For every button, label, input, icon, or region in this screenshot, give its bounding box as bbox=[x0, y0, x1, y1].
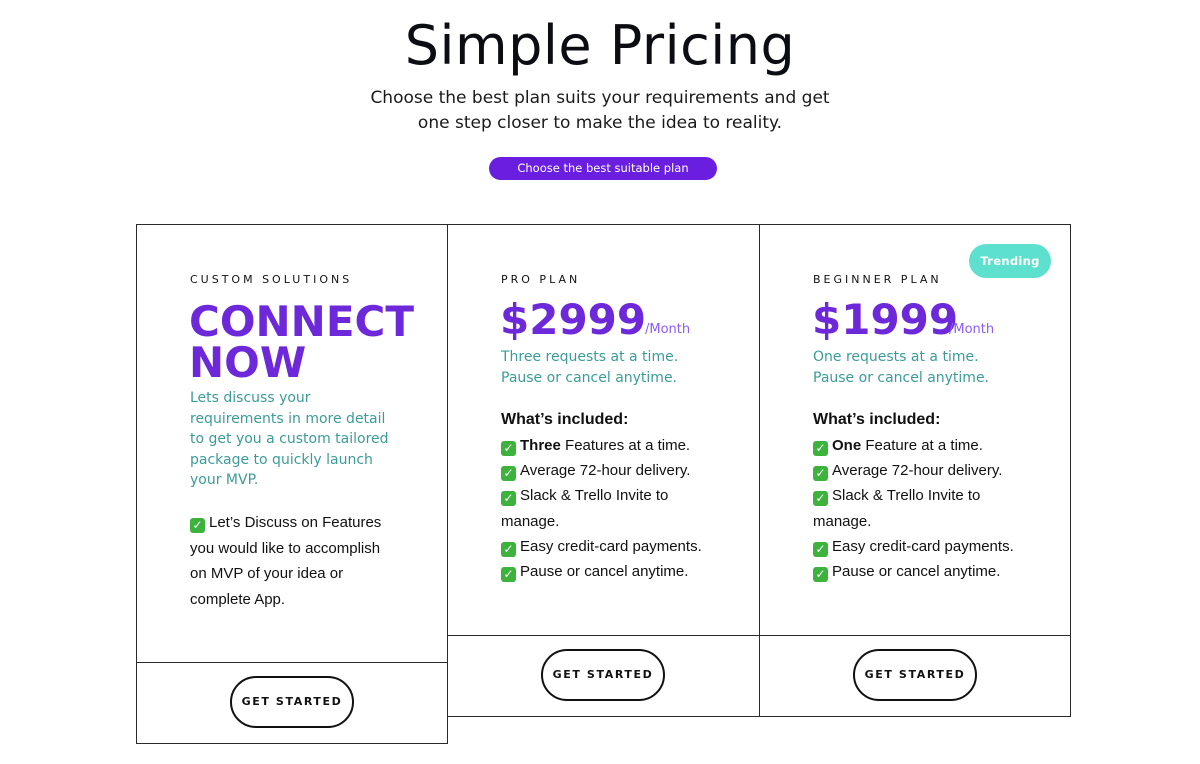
feature-text: manage. bbox=[501, 512, 560, 530]
check-mark-icon: ✓ bbox=[813, 441, 828, 456]
custom-feature-text: ✓ Let’s Discuss on Features you would like… bbox=[190, 510, 381, 612]
heading-line: NOW bbox=[189, 338, 307, 387]
plan-label: PRO PLAN bbox=[501, 273, 581, 286]
feature-text: Average 72-hour delivery. bbox=[520, 462, 691, 480]
feature-line: ✓ Let’s Discuss on Features bbox=[190, 510, 381, 536]
get-started-button[interactable]: GET STARTED bbox=[541, 649, 665, 701]
feature-item: ✓ Average 72-hour delivery. bbox=[813, 458, 1014, 483]
check-mark-icon: ✓ bbox=[813, 567, 828, 583]
trending-badge: Trending bbox=[969, 244, 1051, 278]
feature-text: Pause or cancel anytime. bbox=[832, 563, 1001, 581]
check-mark-icon: ✓ bbox=[501, 541, 516, 557]
feature-item: ✓ Easy credit-card payments. bbox=[813, 534, 1014, 559]
feature-item: manage. bbox=[813, 509, 1014, 534]
get-started-button[interactable]: GET STARTED bbox=[853, 649, 977, 701]
feature-text: complete App. bbox=[190, 590, 286, 608]
feature-text: on MVP of your idea or bbox=[190, 565, 344, 582]
feature-line: complete App. bbox=[190, 587, 381, 613]
feature-item: ✓ Pause or cancel anytime. bbox=[501, 559, 702, 584]
custom-description: Lets discuss your requirements in more de… bbox=[190, 388, 389, 491]
note-line: Pause or cancel anytime. bbox=[813, 369, 990, 386]
plan-label: CUSTOM SOLUTIONS bbox=[190, 273, 353, 286]
feature-list: ✓ Three Features at a time. ✓ Average 72-ho… bbox=[501, 433, 702, 584]
check-mark-icon: ✓ bbox=[501, 567, 516, 583]
card-footer: GET STARTED bbox=[448, 635, 759, 716]
description-line: requirements in more detail bbox=[190, 410, 386, 427]
feature-text: you would like to accomplish bbox=[190, 539, 381, 557]
feature-emphasis: One bbox=[832, 437, 862, 454]
whats-included-heading: What’s included: bbox=[501, 411, 629, 428]
check-mark-icon: ✓ bbox=[501, 466, 516, 482]
pro-plan-card: PRO PLAN $2999 /Month Three requests at … bbox=[447, 224, 760, 717]
feature-text: Easy credit-card payments. bbox=[832, 537, 1014, 555]
page-title: Simple Pricing bbox=[404, 14, 796, 77]
subtitle-line: one step closer to make the idea to real… bbox=[417, 113, 783, 133]
choose-plan-button[interactable]: Choose the best suitable plan bbox=[489, 157, 717, 180]
subtitle-line: Choose the best plan suits your requirem… bbox=[370, 88, 830, 108]
feature-line: on MVP of your idea or bbox=[190, 561, 381, 587]
feature-line: you would like to accomplish bbox=[190, 536, 381, 562]
check-mark-icon: ✓ bbox=[813, 466, 828, 482]
feature-item: ✓ Easy credit-card payments. bbox=[501, 534, 702, 559]
plan-note: One requests at a time. Pause or cancel … bbox=[813, 347, 989, 388]
plan-note: Three requests at a time. Pause or cance… bbox=[501, 347, 678, 388]
description-line: Lets discuss your bbox=[190, 390, 311, 406]
feature-text: Slack & Trello Invite to bbox=[520, 487, 669, 505]
price-period: /Month bbox=[949, 322, 995, 337]
plan-label: BEGINNER PLAN bbox=[813, 273, 942, 286]
price: $1999 bbox=[812, 295, 959, 344]
feature-item: ✓ Slack & Trello Invite to bbox=[813, 483, 1014, 508]
feature-item: ✓ One Feature at a time. bbox=[813, 433, 1014, 458]
feature-item: ✓ Average 72-hour delivery. bbox=[501, 458, 702, 483]
feature-emphasis: Three bbox=[520, 437, 561, 454]
feature-item: ✓ Three Features at a time. bbox=[501, 433, 702, 458]
check-mark-icon: ✓ bbox=[501, 491, 516, 507]
description-line: to get you a custom tailored bbox=[190, 431, 389, 447]
feature-text: Pause or cancel anytime. bbox=[520, 563, 689, 581]
feature-item: manage. bbox=[501, 509, 702, 534]
check-mark-icon: ✓ bbox=[813, 491, 828, 507]
card-footer: GET STARTED bbox=[760, 635, 1070, 716]
description-line: your MVP. bbox=[190, 472, 259, 488]
note-line: Three requests at a time. bbox=[501, 349, 679, 365]
feature-text: manage. bbox=[813, 512, 872, 530]
price: $2999 bbox=[500, 295, 647, 344]
custom-solutions-card: CUSTOM SOLUTIONS CONNECT NOW Lets discus… bbox=[136, 224, 448, 744]
check-mark-icon: ✓ bbox=[501, 441, 516, 456]
heading-line: CONNECT bbox=[189, 297, 414, 346]
feature-text: Feature at a time. bbox=[861, 437, 983, 454]
note-line: Pause or cancel anytime. bbox=[501, 369, 678, 386]
check-mark-icon: ✓ bbox=[190, 518, 205, 533]
beginner-plan-card: Trending BEGINNER PLAN $1999 /Month One … bbox=[759, 224, 1071, 717]
price-period: /Month bbox=[645, 322, 691, 337]
feature-text: Let’s Discuss on Features bbox=[209, 514, 382, 531]
feature-text: Features at a time. bbox=[560, 437, 691, 454]
feature-list: ✓ One Feature at a time. ✓ Average 72-hour … bbox=[813, 433, 1014, 584]
connect-now-heading: CONNECT NOW bbox=[189, 297, 414, 387]
whats-included-heading: What’s included: bbox=[813, 411, 941, 428]
get-started-button[interactable]: GET STARTED bbox=[230, 676, 354, 728]
feature-text: Slack & Trello Invite to bbox=[832, 487, 981, 505]
description-line: package to quickly launch bbox=[190, 451, 373, 468]
feature-text: Average 72-hour delivery. bbox=[832, 462, 1003, 480]
card-footer: GET STARTED bbox=[137, 662, 447, 743]
note-line: One requests at a time. bbox=[813, 349, 979, 365]
check-mark-icon: ✓ bbox=[813, 541, 828, 557]
page-subtitle: Choose the best plan suits your requirem… bbox=[0, 86, 1200, 136]
feature-item: ✓ Slack & Trello Invite to bbox=[501, 483, 702, 508]
feature-text: Easy credit-card payments. bbox=[520, 537, 702, 555]
feature-item: ✓ Pause or cancel anytime. bbox=[813, 559, 1014, 584]
